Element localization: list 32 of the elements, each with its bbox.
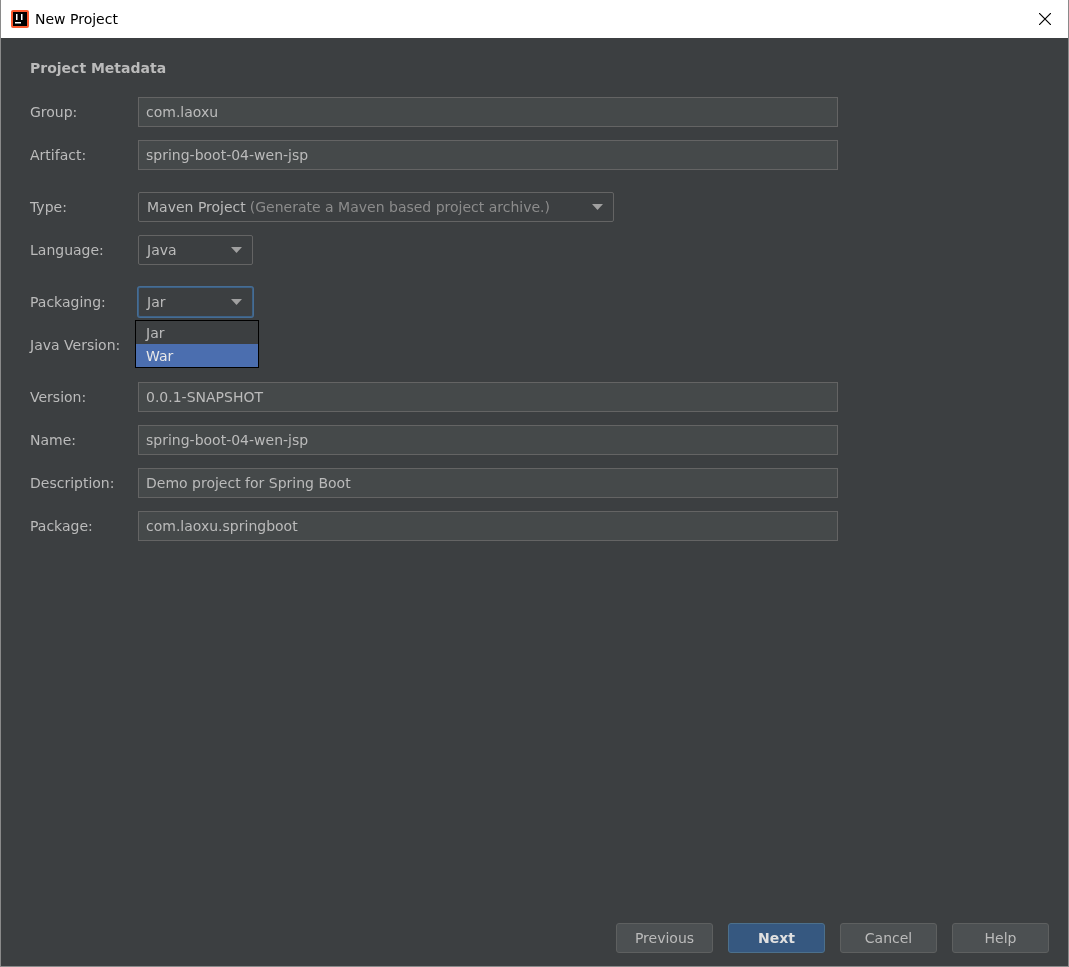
dropdown-arrow-icon: [231, 247, 242, 253]
dropdown-arrow-icon: [231, 299, 242, 305]
dialog-button[interactable]: Cancel: [840, 923, 937, 953]
dropdown-option[interactable]: War: [136, 344, 258, 367]
dropdown-arrow-icon: [592, 204, 604, 210]
field-label: Group:: [30, 104, 79, 120]
text-field[interactable]: spring-boot-04-wen-jsp: [138, 425, 838, 455]
dropdown[interactable]: Maven Project (Generate a Maven based project archive.): [138, 192, 615, 222]
field-label: Java Version:: [30, 337, 122, 353]
text-field[interactable]: Demo project for Spring Boot: [138, 468, 838, 498]
field-label: Language:: [30, 242, 105, 258]
dropdown[interactable]: Jar: [138, 287, 253, 317]
close-icon: [1039, 13, 1051, 25]
text-field[interactable]: com.laoxu: [138, 97, 838, 127]
field-label: Packaging:: [30, 294, 107, 310]
field-label: Name:: [30, 432, 78, 448]
field-label: Type:: [30, 199, 68, 215]
dialog-button[interactable]: Help: [952, 923, 1049, 953]
app-logo-icon: [11, 10, 29, 28]
dialog-button[interactable]: Previous: [616, 923, 713, 953]
field-label: Package:: [30, 518, 94, 534]
field-label: Artifact:: [30, 147, 88, 163]
field-label: Version:: [30, 389, 88, 405]
text-field[interactable]: 0.0.1-SNAPSHOT: [138, 382, 838, 412]
dialog-button[interactable]: Next: [728, 923, 825, 953]
field-label: Description:: [30, 475, 116, 491]
section-title: Project Metadata: [30, 60, 168, 76]
window-title: New Project: [35, 11, 119, 27]
text-field[interactable]: spring-boot-04-wen-jsp: [138, 140, 838, 170]
dropdown[interactable]: Java: [138, 235, 253, 265]
text-field[interactable]: com.laoxu.springboot: [138, 511, 838, 541]
dropdown-option[interactable]: Jar: [136, 321, 258, 344]
